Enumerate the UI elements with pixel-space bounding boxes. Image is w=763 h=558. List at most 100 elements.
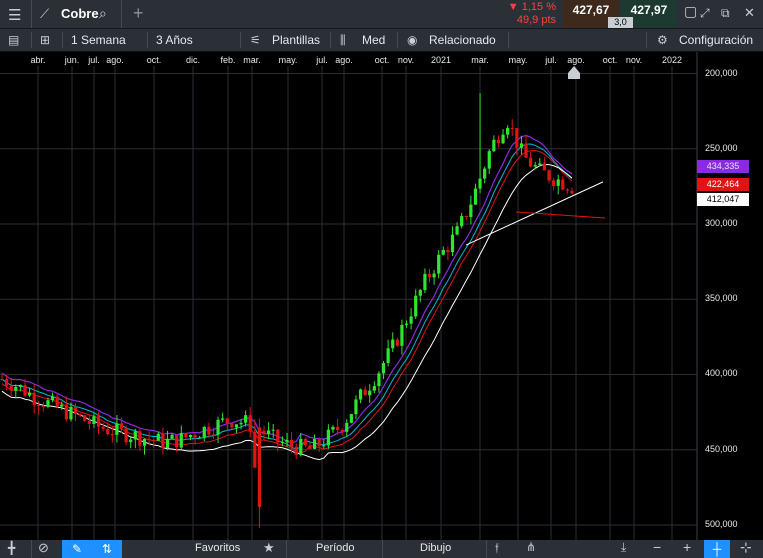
candle-body [202, 426, 206, 438]
candle-body [381, 363, 386, 374]
candle-body [483, 168, 487, 179]
candle-body [515, 128, 519, 148]
divider [31, 32, 32, 48]
candle-body [529, 157, 533, 167]
today-marker-icon [568, 66, 580, 73]
candle-body [510, 127, 514, 129]
candle-body [423, 273, 427, 291]
candle-body [156, 433, 160, 441]
indicator-icon[interactable]: ⋔ [526, 540, 536, 554]
candle-body [198, 437, 202, 439]
candle-body [188, 435, 193, 438]
candle-body [487, 151, 491, 169]
candle-body [138, 431, 142, 446]
candle-body [271, 429, 275, 431]
candle-body [414, 295, 418, 317]
price-label: 300,000 [705, 218, 738, 228]
add-tab-icon[interactable]: + [133, 3, 144, 24]
disable-icon[interactable]: ⊘ [38, 540, 49, 556]
price-axis: 500,000 450,000 400,000 350,000 300,000 250,0… [697, 66, 763, 540]
candle-body [27, 392, 32, 396]
grid-icon[interactable]: ⊞ [40, 29, 50, 51]
instrument-name[interactable]: Cobre [61, 6, 99, 21]
interval-select[interactable]: 1 Semana [71, 29, 126, 51]
time-label: jul. [544, 55, 557, 65]
pencil-button[interactable]: ✎ [62, 540, 92, 558]
spread-badge: 3,0 [608, 17, 633, 28]
window-icon[interactable]: ▢ [684, 3, 697, 20]
candle-body [207, 426, 211, 435]
candle-body [542, 163, 547, 171]
time-label: mar. [243, 55, 261, 65]
ma-red [1, 149, 573, 454]
star-icon[interactable]: ★ [263, 540, 275, 556]
candle-body [354, 399, 358, 415]
ma-purple-tag: 434,335 [697, 160, 749, 173]
range-select[interactable]: 3 Años [156, 29, 193, 51]
zoom-fit-icon[interactable]: ⤓ [621, 540, 626, 555]
candle-body [427, 273, 432, 278]
candle-body [0, 378, 4, 380]
candle-body [418, 290, 422, 296]
candle-body [60, 404, 64, 407]
divider [397, 32, 398, 48]
candle-body [492, 139, 496, 152]
candle-body [340, 430, 344, 432]
search-icon[interactable]: ⌕ [99, 5, 107, 22]
zoom-out-icon[interactable]: − [653, 539, 661, 555]
time-label: jun. [64, 55, 80, 65]
candle-body [101, 426, 105, 429]
zoom-in-icon[interactable]: + [683, 539, 691, 555]
candle-body [216, 419, 220, 435]
price-type-select[interactable]: Med [362, 29, 385, 51]
candle-body [37, 404, 41, 406]
favorites-button[interactable]: Favoritos [195, 542, 240, 554]
candle-body [391, 339, 395, 349]
related-button[interactable]: Relacionado [429, 29, 496, 51]
candle-body [556, 179, 560, 186]
candle-body [106, 428, 110, 435]
candle-body [506, 127, 510, 135]
gear-icon[interactable]: ⚙ [657, 29, 668, 51]
candle-body [358, 389, 363, 400]
time-label: dic. [186, 55, 200, 65]
candle-body [432, 273, 436, 278]
change-pts: 49,9 pts [516, 14, 556, 26]
candle-body [450, 234, 455, 253]
divider [31, 0, 32, 28]
trend-lines [465, 181, 606, 246]
candle-body [570, 190, 574, 194]
candle-body [322, 445, 326, 447]
fullscreen-icon[interactable]: ⊹ [740, 539, 752, 556]
crosshair-mode-button[interactable]: ┼ [704, 540, 730, 558]
candle-body [170, 434, 174, 439]
candle-body [446, 249, 450, 253]
candle-body [280, 442, 285, 444]
popout-icon[interactable]: ⧉ [721, 6, 730, 21]
candle-body [244, 415, 248, 423]
drawing-button[interactable]: Dibujo [420, 542, 451, 554]
candle-body [326, 429, 330, 446]
fx-icon[interactable]: 𝔣 [495, 540, 499, 556]
candle-body [345, 422, 349, 432]
time-label: oct. [603, 55, 618, 65]
divider [121, 0, 122, 28]
price-chart[interactable]: abr. jun. jul. ago. oct. dic. feb. mar. may. jul.… [0, 52, 763, 540]
grid-lines [0, 52, 698, 540]
crosshair-icon[interactable]: ╋ [8, 541, 15, 555]
arrows-button[interactable]: ⇅ [92, 540, 122, 558]
expand-icon[interactable]: ⤢ [700, 6, 710, 21]
candle-body [400, 324, 404, 346]
candle-body [455, 226, 459, 235]
templates-button[interactable]: Plantillas [272, 29, 320, 51]
candle-body [386, 348, 390, 364]
candle-body [519, 143, 524, 148]
period-button[interactable]: Período [316, 542, 355, 554]
candle-body [9, 385, 13, 391]
settings-button[interactable]: Configuración [679, 29, 753, 51]
candle-body [335, 426, 340, 431]
menu-icon[interactable]: ☰ [8, 6, 21, 24]
list-icon[interactable]: ▤ [8, 29, 19, 51]
divider [330, 32, 331, 48]
close-icon[interactable]: ✕ [744, 5, 755, 21]
